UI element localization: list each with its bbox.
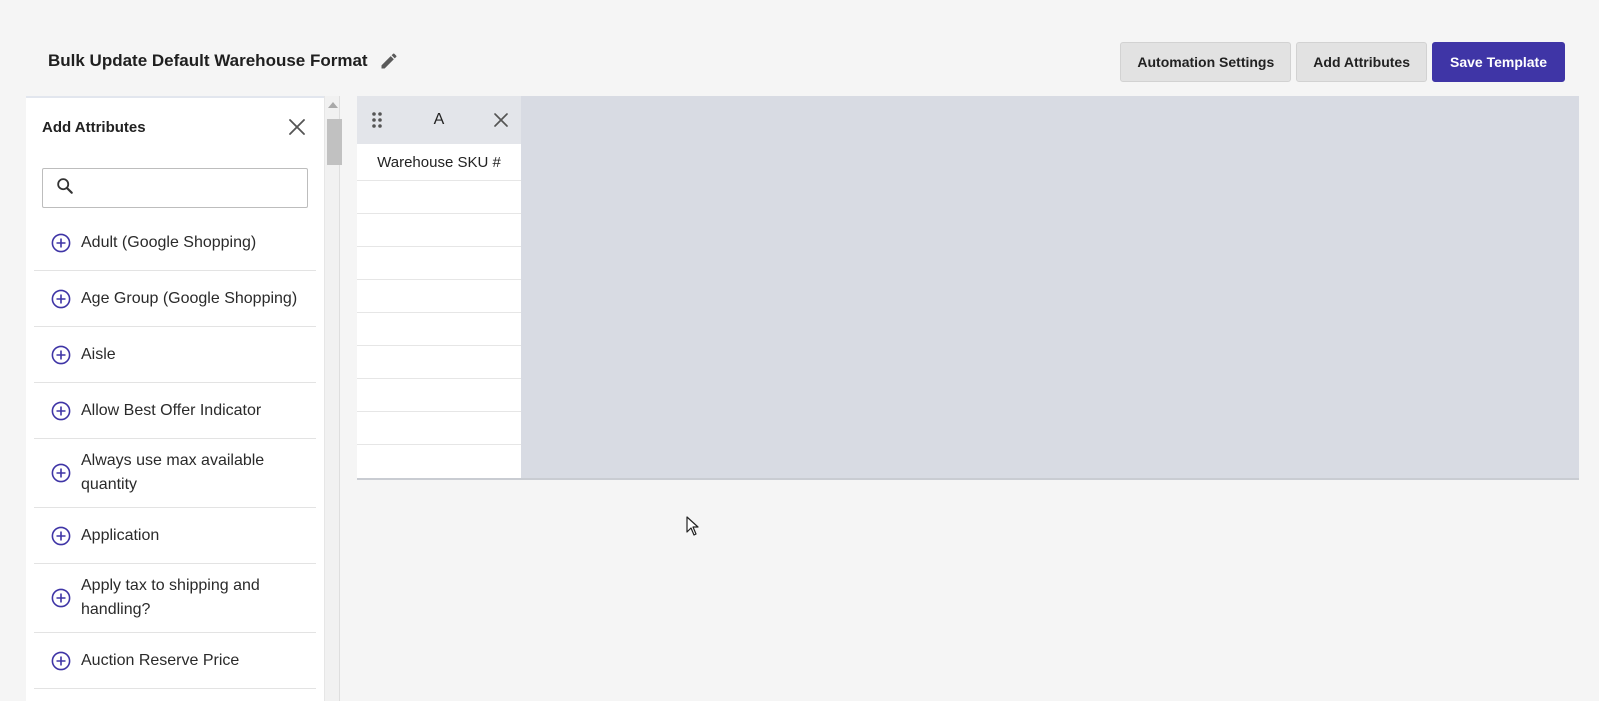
attribute-label: Always use max available quantity — [81, 452, 265, 493]
column-header: A — [357, 96, 521, 144]
attribute-label: Auction Reserve Price — [81, 651, 240, 669]
column-letter: A — [433, 111, 445, 128]
panel-title: Add Attributes — [42, 118, 146, 136]
scroll-up-arrow-icon[interactable] — [328, 102, 338, 108]
attribute-item[interactable]: Always use max available quantity — [34, 439, 316, 508]
attribute-item[interactable]: Allow Best Offer Indicator — [34, 383, 316, 439]
attribute-label: Apply tax to shipping and handling? — [81, 577, 260, 618]
add-attributes-button[interactable]: Add Attributes — [1296, 42, 1427, 82]
attribute-label: Adult (Google Shopping) — [81, 233, 257, 251]
attribute-item[interactable]: Auction Reserve Price — [34, 633, 316, 689]
edit-icon[interactable] — [378, 50, 400, 72]
column-cell[interactable] — [357, 313, 521, 346]
add-attributes-panel: Add Attributes Adult (Google Shopping) A… — [26, 96, 324, 701]
attribute-item[interactable]: Apply tax to shipping and handling? — [34, 564, 316, 633]
panel-scrollbar[interactable] — [324, 96, 342, 701]
close-icon[interactable] — [286, 116, 308, 138]
attribute-label: Application — [81, 526, 160, 544]
close-icon[interactable] — [491, 110, 511, 130]
automation-settings-button[interactable]: Automation Settings — [1120, 42, 1292, 82]
attribute-item[interactable]: Age Group (Google Shopping) — [34, 271, 316, 327]
attribute-list: Adult (Google Shopping) Age Group (Googl… — [26, 215, 324, 689]
column-cell[interactable] — [357, 412, 521, 445]
plus-circle-icon — [51, 651, 71, 671]
plus-circle-icon — [51, 401, 71, 421]
plus-circle-icon — [51, 526, 71, 546]
column-cell[interactable] — [357, 280, 521, 313]
search-input[interactable] — [82, 170, 307, 206]
plus-circle-icon — [51, 345, 71, 365]
column-cell[interactable]: Warehouse SKU # — [357, 144, 521, 181]
attribute-label: Aisle — [81, 345, 116, 363]
template-grid: A Warehouse SKU # — [357, 96, 1579, 480]
template-column: A Warehouse SKU # — [357, 96, 521, 478]
column-cell[interactable] — [357, 346, 521, 379]
scrollbar-thumb[interactable] — [327, 119, 342, 165]
page-title: Bulk Update Default Warehouse Format — [48, 51, 368, 70]
plus-circle-icon — [51, 289, 71, 309]
column-cell[interactable] — [357, 379, 521, 412]
attribute-item[interactable]: Application — [34, 508, 316, 564]
mouse-cursor-icon — [686, 516, 699, 536]
plus-circle-icon — [51, 463, 71, 483]
panel-header: Add Attributes — [26, 98, 324, 156]
column-cell[interactable] — [357, 214, 521, 247]
plus-circle-icon — [51, 233, 71, 253]
template-title-group: Bulk Update Default Warehouse Format — [48, 50, 400, 72]
attribute-label: Allow Best Offer Indicator — [81, 401, 262, 419]
header-actions: Automation Settings Add Attributes Save … — [1120, 42, 1565, 82]
drag-handle-icon[interactable] — [367, 110, 387, 130]
attribute-item[interactable]: Aisle — [34, 327, 316, 383]
plus-circle-icon — [51, 588, 71, 608]
search-icon — [56, 177, 74, 200]
attribute-item[interactable]: Adult (Google Shopping) — [34, 215, 316, 271]
column-cell[interactable] — [357, 247, 521, 280]
attribute-label: Age Group (Google Shopping) — [81, 289, 298, 307]
column-cell[interactable] — [357, 181, 521, 214]
search-field — [42, 168, 308, 208]
save-template-button[interactable]: Save Template — [1431, 42, 1565, 82]
